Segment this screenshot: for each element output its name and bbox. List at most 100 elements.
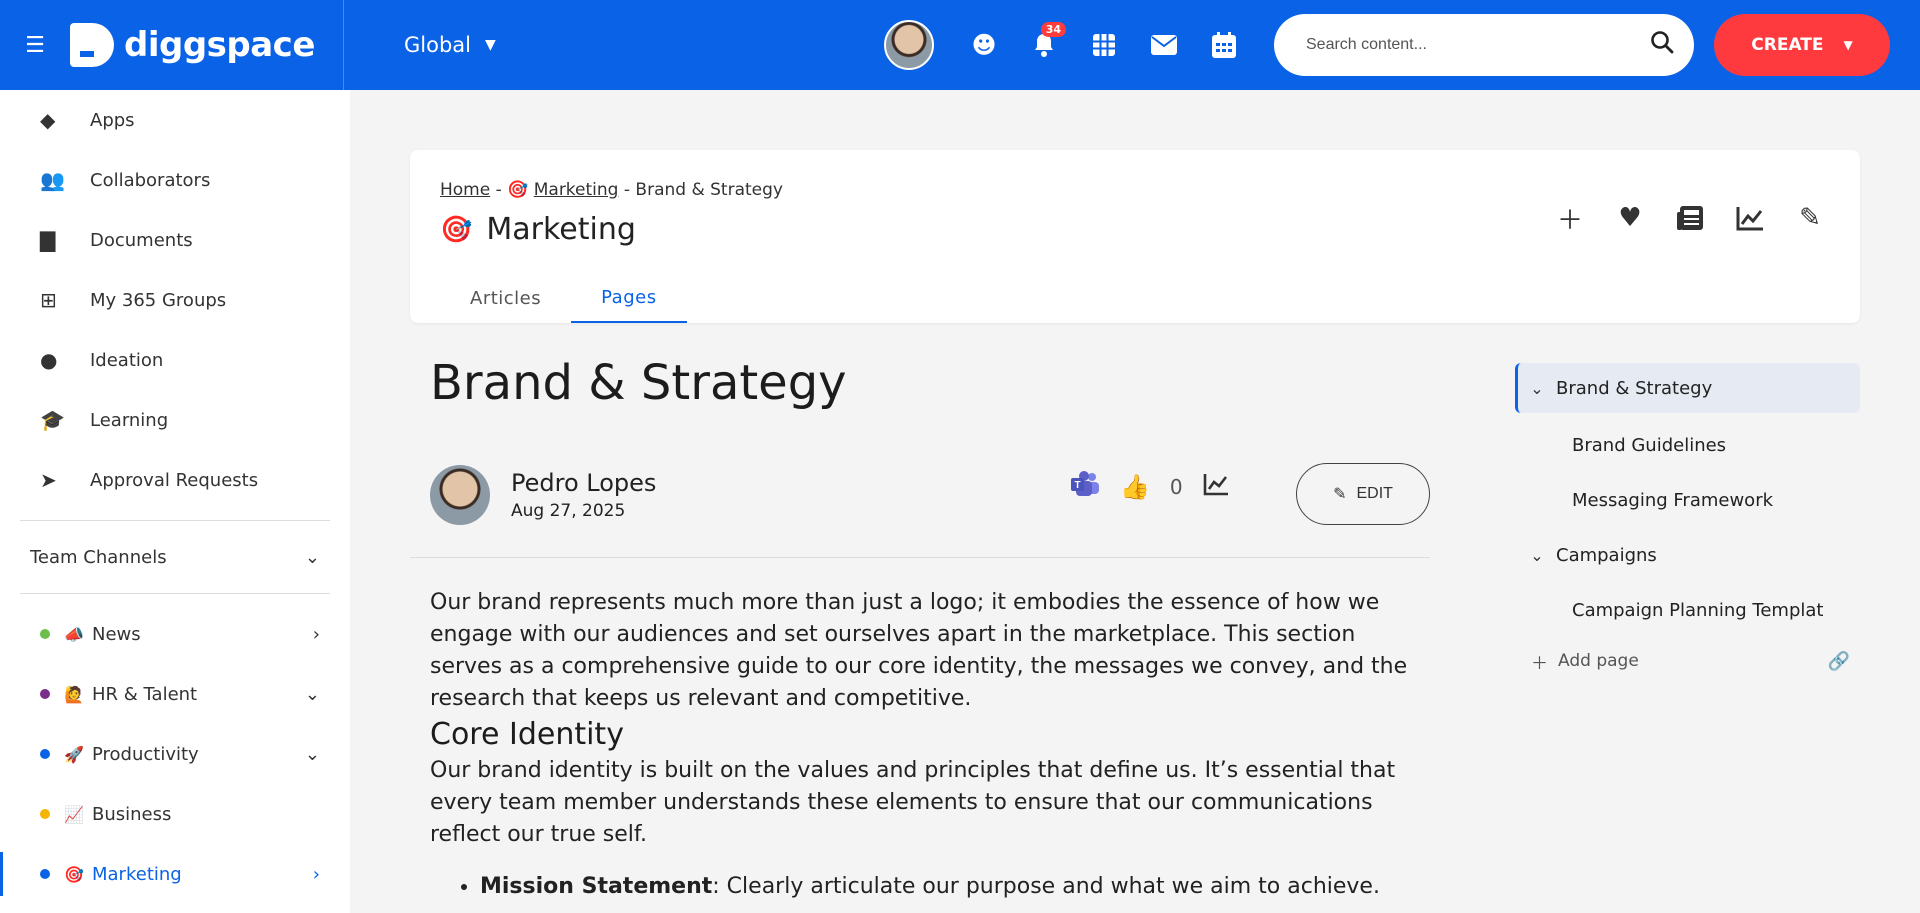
tabs: Articles Pages xyxy=(440,273,687,323)
paper-plane-icon: ➤ xyxy=(40,468,57,492)
tab-articles[interactable]: Articles xyxy=(440,273,571,323)
lightbulb-icon: ● xyxy=(40,348,58,372)
apps-grid-icon[interactable] xyxy=(1074,20,1134,70)
link-icon[interactable]: 🔗 xyxy=(1828,651,1850,672)
chevron-right-icon[interactable]: › xyxy=(313,624,320,645)
article-intro: Our brand represents much more than just… xyxy=(430,590,1408,711)
plus-icon[interactable]: ＋ xyxy=(1550,198,1590,238)
scope-selector[interactable]: Global ▼ xyxy=(404,33,496,57)
chevron-right-icon[interactable]: › xyxy=(313,864,320,885)
section-heading: Core Identity xyxy=(430,717,624,752)
sidebar-item-approval-requests[interactable]: ➤ Approval Requests xyxy=(0,450,350,510)
sidebar-item-label: Collaborators xyxy=(90,169,211,191)
author-bar: Pedro Lopes Aug 27, 2025 T 👍 0 ✎ EDIT xyxy=(430,463,1430,535)
channel-business[interactable]: 📈 Business xyxy=(0,784,350,844)
sidebar-item-label: Documents xyxy=(90,229,193,251)
caret-down-icon: ▼ xyxy=(1843,38,1853,52)
tab-pages[interactable]: Pages xyxy=(571,273,687,323)
team-channels-toggle[interactable]: Team Channels ⌄ xyxy=(0,521,350,593)
channel-label: Productivity xyxy=(92,743,199,765)
channel-news[interactable]: 📣 News › xyxy=(0,604,350,664)
tree-item-label: Campaign Planning Templat xyxy=(1572,600,1824,621)
heart-icon[interactable]: ♥ xyxy=(1610,198,1650,238)
breadcrumb: Home - 🎯 Marketing - Brand & Strategy xyxy=(440,180,783,200)
pencil-icon[interactable]: ✎ xyxy=(1790,198,1830,238)
page-tree: ⌄ Brand & Strategy Brand Guidelines Mess… xyxy=(1515,363,1860,684)
team-channels-label: Team Channels xyxy=(30,546,167,568)
scope-label: Global xyxy=(404,33,471,57)
tree-item-label: Messaging Framework xyxy=(1572,490,1774,511)
breadcrumb-home[interactable]: Home xyxy=(440,180,490,200)
edit-button[interactable]: ✎ EDIT xyxy=(1296,463,1430,525)
channel-dot xyxy=(40,629,50,639)
sidebar-item-label: Apps xyxy=(90,109,135,131)
sidebar-item-learning[interactable]: 🎓 Learning xyxy=(0,390,350,450)
sidebar-item-documents[interactable]: ▇ Documents xyxy=(0,210,350,270)
search-box xyxy=(1274,14,1694,76)
sidebar-item-my-365-groups[interactable]: ⊞ My 365 Groups xyxy=(0,270,350,330)
sidebar-item-collaborators[interactable]: 👥 Collaborators xyxy=(0,150,350,210)
avatar[interactable] xyxy=(430,465,490,525)
search-input[interactable] xyxy=(1306,36,1650,54)
breadcrumb-marketing[interactable]: Marketing xyxy=(534,180,619,200)
sidebar-item-label: My 365 Groups xyxy=(90,289,227,311)
tree-item-campaign-planning-template[interactable]: Campaign Planning Templat xyxy=(1515,583,1860,638)
channel-dot xyxy=(40,749,50,759)
channel-label: Business xyxy=(92,803,172,825)
breadcrumb-current: Brand & Strategy xyxy=(635,180,783,200)
add-page-label: Add page xyxy=(1558,651,1639,671)
chatbot-icon[interactable]: ☻ xyxy=(954,20,1014,70)
apps-icon: ◆ xyxy=(40,108,56,132)
article-actions: T 👍 0 xyxy=(1070,471,1229,503)
chevron-down-icon[interactable]: ⌄ xyxy=(1518,546,1556,565)
channel-hr-talent[interactable]: 🙋 HR & Talent ⌄ xyxy=(0,664,350,724)
sidebar-item-ideation[interactable]: ● Ideation xyxy=(0,330,350,390)
author-name[interactable]: Pedro Lopes xyxy=(511,469,656,497)
pencil-icon: ✎ xyxy=(1333,486,1347,503)
sidebar-item-apps[interactable]: ◆ Apps xyxy=(0,90,350,150)
bullet-term: Mission Statement xyxy=(480,874,713,899)
channel-dot xyxy=(40,869,50,879)
channel-label: HR & Talent xyxy=(92,683,198,705)
chevron-down-icon[interactable]: ⌄ xyxy=(305,684,320,705)
mail-icon[interactable] xyxy=(1134,20,1194,70)
article-date: Aug 27, 2025 xyxy=(511,501,626,521)
tree-item-brand-guidelines[interactable]: Brand Guidelines xyxy=(1515,418,1860,473)
create-label: CREATE xyxy=(1751,35,1824,55)
user-avatar[interactable] xyxy=(884,20,934,70)
tree-item-campaigns[interactable]: ⌄ Campaigns xyxy=(1515,528,1860,583)
calendar-icon[interactable] xyxy=(1194,20,1254,70)
create-button[interactable]: CREATE ▼ xyxy=(1714,14,1890,76)
tree-item-label: Brand Guidelines xyxy=(1572,435,1727,456)
logo[interactable]: diggspace xyxy=(70,23,315,67)
target-icon: 🎯 xyxy=(440,214,473,245)
analytics-chart-icon[interactable] xyxy=(1730,198,1770,238)
teams-icon[interactable]: T xyxy=(1070,471,1100,503)
tree-item-messaging-framework[interactable]: Messaging Framework xyxy=(1515,473,1860,528)
megaphone-icon: 📣 xyxy=(64,624,84,644)
channel-dot xyxy=(40,809,50,819)
bell-icon[interactable]: 34 xyxy=(1014,20,1074,70)
analytics-chart-icon[interactable] xyxy=(1203,472,1229,502)
topbar-icons: ☻ 34 xyxy=(884,20,1254,70)
page-title: Marketing xyxy=(486,212,636,247)
tree-item-brand-strategy[interactable]: ⌄ Brand & Strategy xyxy=(1515,363,1860,413)
add-page-button[interactable]: ＋ Add page xyxy=(1531,649,1639,674)
bullet-text: : Clearly articulate our purpose and wha… xyxy=(712,874,1380,899)
channel-marketing[interactable]: 🎯 Marketing › xyxy=(0,844,350,904)
search-icon[interactable] xyxy=(1650,30,1674,60)
sidebar-item-label: Approval Requests xyxy=(90,469,259,491)
page-header-card: Home - 🎯 Marketing - Brand & Strategy 🎯 … xyxy=(410,150,1860,323)
target-icon: 🎯 xyxy=(64,864,84,884)
channel-productivity[interactable]: 🚀 Productivity ⌄ xyxy=(0,724,350,784)
caret-down-icon: ▼ xyxy=(485,37,496,53)
document-icon: ▇ xyxy=(40,228,56,252)
chevron-down-icon[interactable]: ⌄ xyxy=(305,744,320,765)
thumbs-up-icon[interactable]: 👍 xyxy=(1120,473,1150,501)
header-actions: ＋ ♥ ✎ xyxy=(1550,198,1830,238)
brand-area: ☰ diggspace xyxy=(0,0,344,90)
channel-label: News xyxy=(92,623,141,645)
chevron-down-icon[interactable]: ⌄ xyxy=(1518,379,1556,398)
hamburger-menu-icon[interactable]: ☰ xyxy=(0,33,70,58)
newspaper-icon[interactable] xyxy=(1670,198,1710,238)
